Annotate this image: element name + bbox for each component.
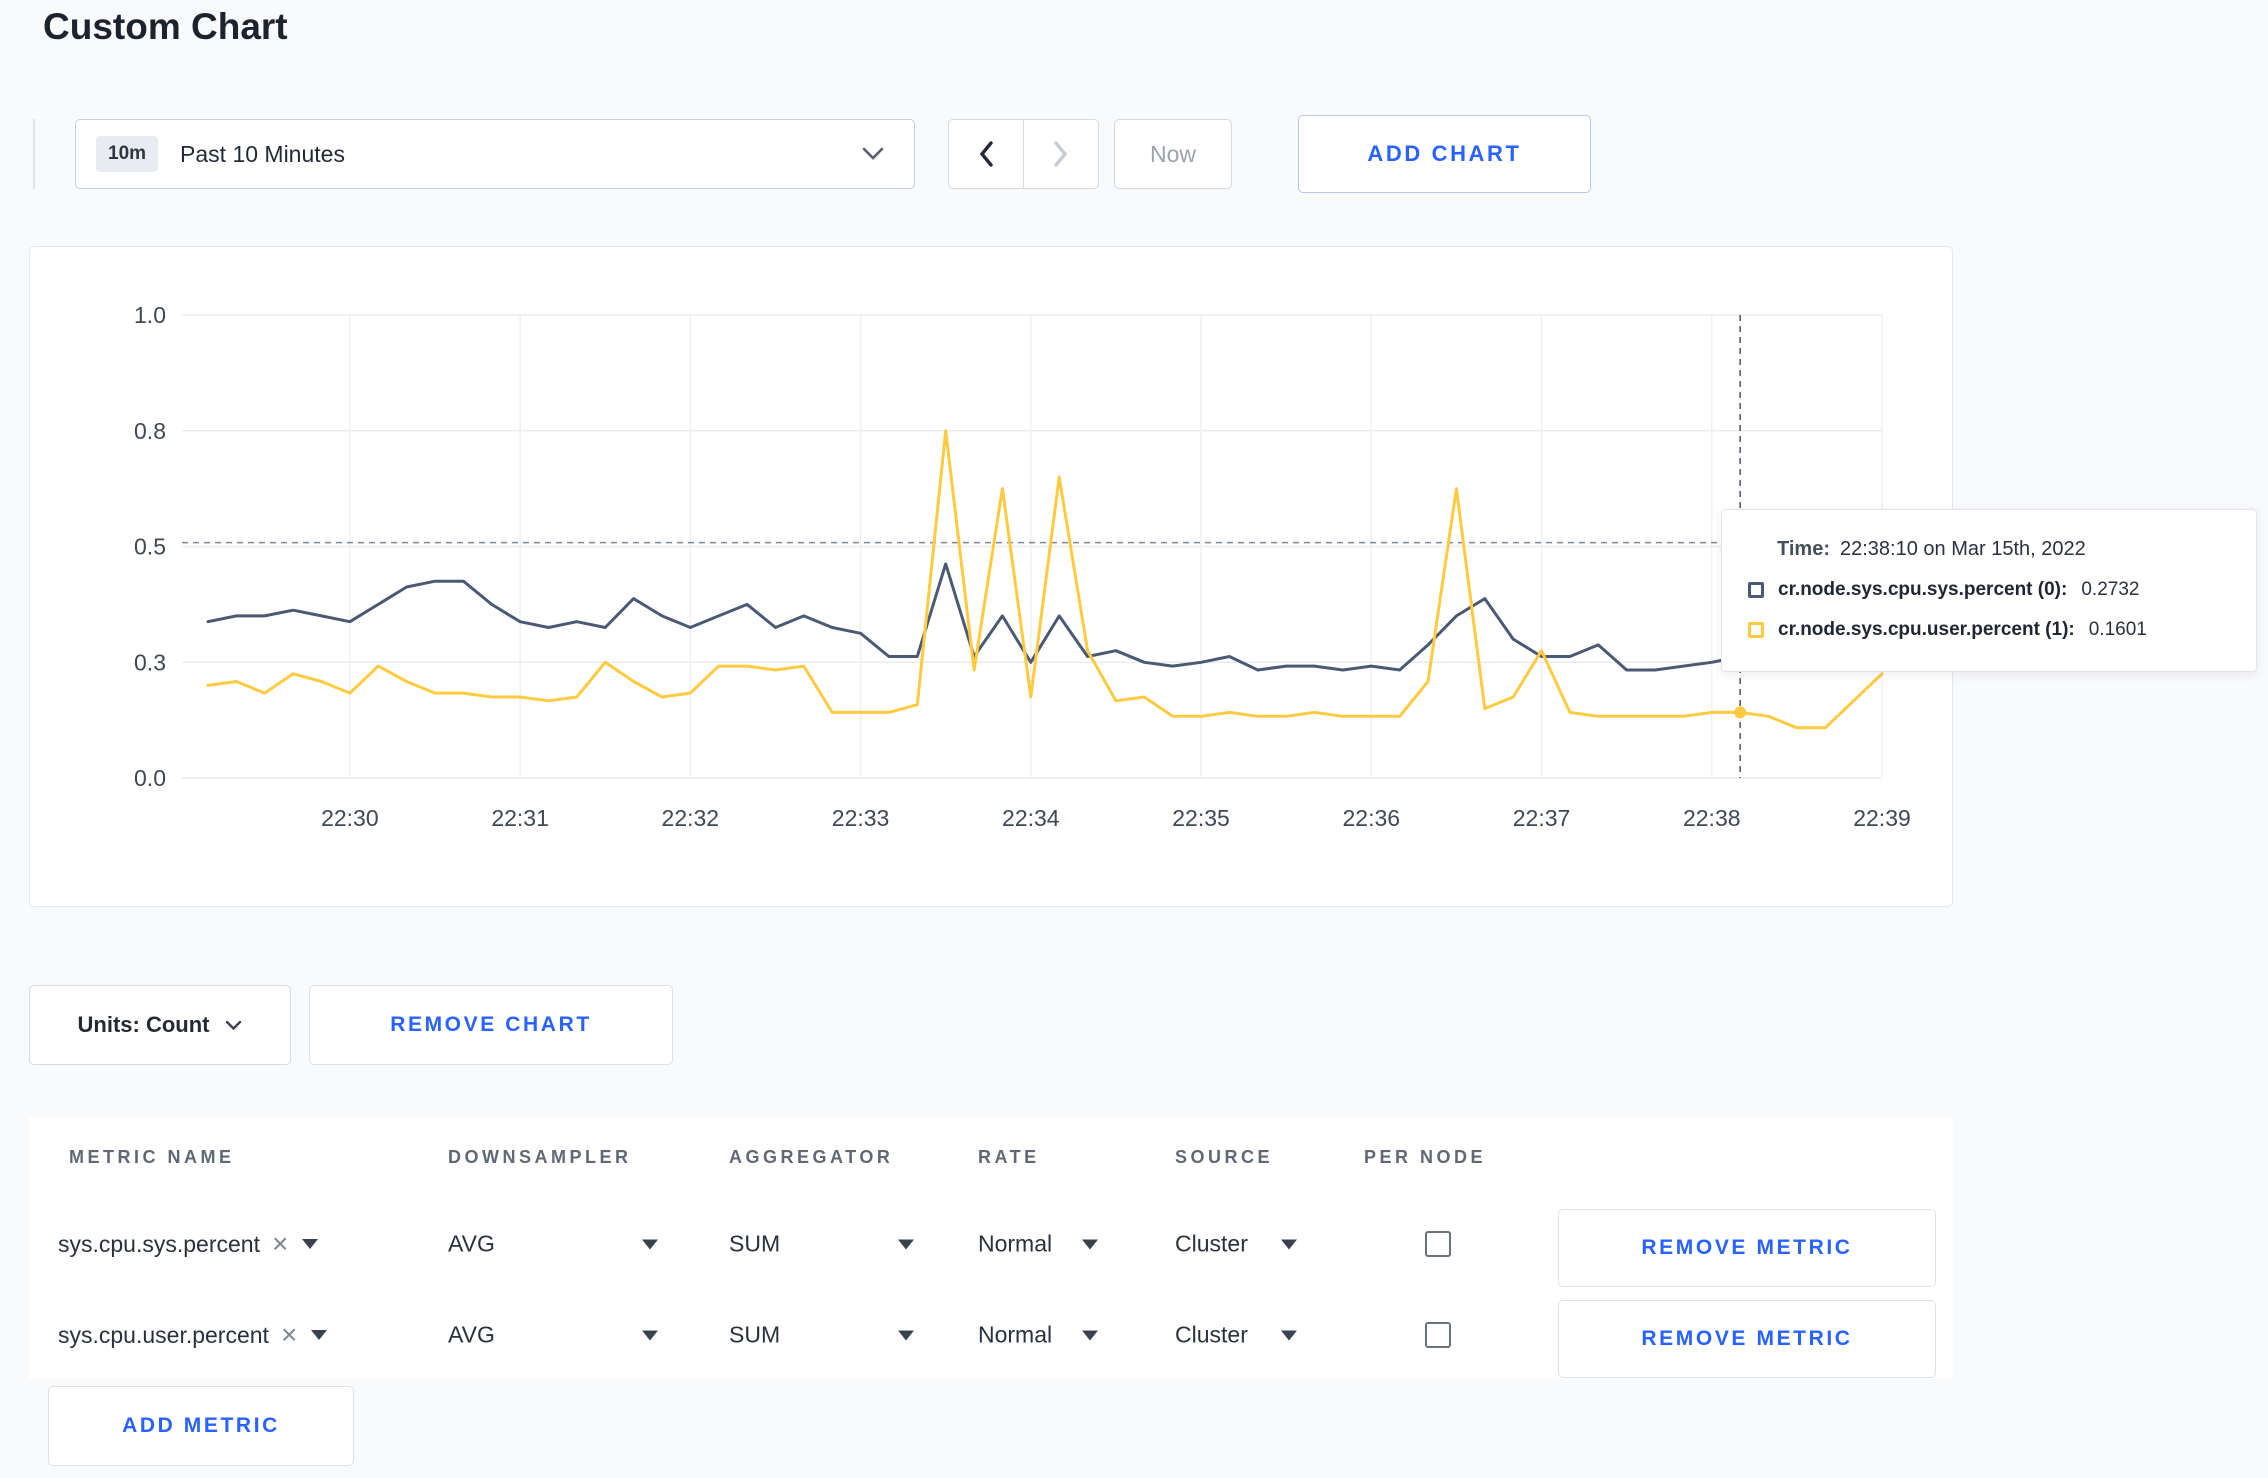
header-per-node: PER NODE	[1364, 1147, 1487, 1167]
source-select[interactable]: Cluster	[1175, 1231, 1297, 1258]
series-user-swatch-icon	[1748, 622, 1764, 638]
time-series-chart[interactable]: 1.0 0.8 0.5 0.3 0.0 22:30 22:31 22:32 22:33 22:34…	[30, 247, 1952, 906]
next-time-button[interactable]	[1023, 119, 1099, 189]
downsampler-value: AVG	[448, 1230, 495, 1257]
tooltip-time-value: 22:38:10 on Mar 15th, 2022	[1839, 538, 2086, 560]
per-node-checkbox[interactable]	[1425, 1231, 1451, 1257]
metric-name-value: sys.cpu.sys.percent	[58, 1230, 260, 1257]
aggregator-select[interactable]: SUM	[729, 1231, 914, 1258]
svg-text:22:39: 22:39	[1853, 805, 1911, 831]
tooltip-series-label: cr.node.sys.cpu.sys.percent (0):	[1778, 579, 2068, 600]
header-metric-name: METRIC NAME	[69, 1147, 235, 1167]
caret-down-icon	[1281, 1239, 1297, 1249]
metric-name-select[interactable]: sys.cpu.sys.percent ×	[58, 1230, 319, 1258]
svg-text:22:31: 22:31	[491, 805, 549, 831]
chart-panel: 1.0 0.8 0.5 0.3 0.0 22:30 22:31 22:32 22:33 22:34…	[29, 246, 1953, 907]
svg-text:1.0: 1.0	[134, 302, 166, 328]
add-metric-button[interactable]: ADD METRIC	[48, 1386, 354, 1466]
metrics-table: METRIC NAME DOWNSAMPLER AGGREGATOR RATE …	[29, 1117, 1953, 1379]
downsampler-select[interactable]: AVG	[448, 1322, 658, 1349]
units-label: Units: Count	[77, 1012, 210, 1037]
svg-text:0.0: 0.0	[134, 765, 166, 791]
tooltip-time-row: Time: 22:38:10 on Mar 15th, 2022	[1748, 538, 2226, 561]
svg-text:22:37: 22:37	[1513, 805, 1571, 831]
chevron-left-icon	[979, 141, 993, 167]
rate-value: Normal	[978, 1321, 1053, 1348]
tooltip-series-label: cr.node.sys.cpu.user.percent (1):	[1778, 619, 2075, 640]
caret-down-icon	[311, 1330, 328, 1340]
remove-metric-button[interactable]: REMOVE METRIC	[1558, 1209, 1936, 1287]
caret-down-icon	[302, 1239, 319, 1249]
rate-select[interactable]: Normal	[978, 1322, 1098, 1349]
caret-down-icon	[642, 1239, 658, 1249]
svg-text:22:33: 22:33	[832, 805, 890, 831]
svg-text:22:34: 22:34	[1002, 805, 1060, 831]
metric-row: sys.cpu.user.percent × AVG SUM Normal Cl…	[29, 1296, 1953, 1378]
add-chart-button[interactable]: ADD CHART	[1298, 115, 1591, 193]
remove-chart-button[interactable]: REMOVE CHART	[309, 985, 673, 1065]
now-button[interactable]: Now	[1114, 119, 1232, 189]
time-range-badge: 10m	[96, 136, 159, 172]
chevron-down-icon	[862, 147, 884, 160]
custom-chart-page: Custom Chart 10m Past 10 Minutes Now ADD…	[0, 0, 2268, 1478]
chart-tooltip: Time: 22:38:10 on Mar 15th, 2022 cr.node.…	[1721, 509, 2257, 672]
caret-down-icon	[898, 1239, 914, 1249]
svg-text:22:36: 22:36	[1343, 805, 1401, 831]
clear-metric-icon[interactable]: ×	[281, 1321, 297, 1349]
metric-row: sys.cpu.sys.percent × AVG SUM Normal Clu…	[29, 1205, 1953, 1287]
chart-area: 1.0 0.8 0.5 0.3 0.0 22:30 22:31 22:32 22:33 22:34…	[29, 246, 2259, 907]
caret-down-icon	[898, 1330, 914, 1340]
prev-time-button[interactable]	[948, 119, 1024, 189]
aggregator-select[interactable]: SUM	[729, 1322, 914, 1349]
time-nav-group	[948, 119, 1099, 189]
header-rate: RATE	[978, 1147, 1040, 1167]
downsampler-value: AVG	[448, 1321, 495, 1348]
header-downsampler: DOWNSAMPLER	[448, 1147, 632, 1167]
rate-select[interactable]: Normal	[978, 1231, 1098, 1258]
chevron-down-icon	[226, 1020, 242, 1030]
caret-down-icon	[1082, 1239, 1098, 1249]
tooltip-series-row: cr.node.sys.cpu.user.percent (1): 0.1601	[1748, 619, 2226, 641]
page-title: Custom Chart	[43, 6, 288, 47]
clear-metric-icon[interactable]: ×	[272, 1230, 288, 1258]
rate-value: Normal	[978, 1230, 1053, 1257]
aggregator-value: SUM	[729, 1321, 781, 1348]
caret-down-icon	[1082, 1330, 1098, 1340]
svg-text:22:30: 22:30	[321, 805, 379, 831]
remove-metric-button[interactable]: REMOVE METRIC	[1558, 1300, 1936, 1378]
header-aggregator: AGGREGATOR	[729, 1147, 894, 1167]
per-node-checkbox[interactable]	[1425, 1322, 1451, 1348]
source-select[interactable]: Cluster	[1175, 1322, 1297, 1349]
svg-text:0.8: 0.8	[134, 418, 166, 444]
caret-down-icon	[642, 1330, 658, 1340]
downsampler-select[interactable]: AVG	[448, 1231, 658, 1258]
series-sys-swatch-icon	[1748, 582, 1764, 598]
svg-text:22:35: 22:35	[1172, 805, 1230, 831]
tooltip-series-value: 0.2732	[2081, 579, 2140, 600]
metric-name-select[interactable]: sys.cpu.user.percent ×	[58, 1321, 328, 1349]
tooltip-series-row: cr.node.sys.cpu.sys.percent (0): 0.2732	[1748, 579, 2226, 601]
tooltip-time-label: Time:	[1777, 538, 1830, 560]
aggregator-value: SUM	[729, 1230, 781, 1257]
source-value: Cluster	[1175, 1321, 1248, 1348]
chevron-right-icon	[1054, 141, 1068, 167]
svg-text:0.3: 0.3	[134, 649, 166, 675]
svg-text:0.5: 0.5	[134, 534, 166, 560]
svg-text:22:38: 22:38	[1683, 805, 1741, 831]
caret-down-icon	[1281, 1330, 1297, 1340]
tooltip-series-value: 0.1601	[2088, 619, 2147, 640]
svg-text:22:32: 22:32	[662, 805, 720, 831]
toolbar-divider	[33, 119, 35, 189]
header-source: SOURCE	[1175, 1147, 1274, 1167]
time-range-dropdown[interactable]: 10m Past 10 Minutes	[75, 119, 915, 189]
units-dropdown[interactable]: Units: Count	[29, 985, 291, 1065]
metric-name-value: sys.cpu.user.percent	[58, 1321, 269, 1348]
source-value: Cluster	[1175, 1230, 1248, 1257]
time-range-label: Past 10 Minutes	[180, 140, 345, 167]
